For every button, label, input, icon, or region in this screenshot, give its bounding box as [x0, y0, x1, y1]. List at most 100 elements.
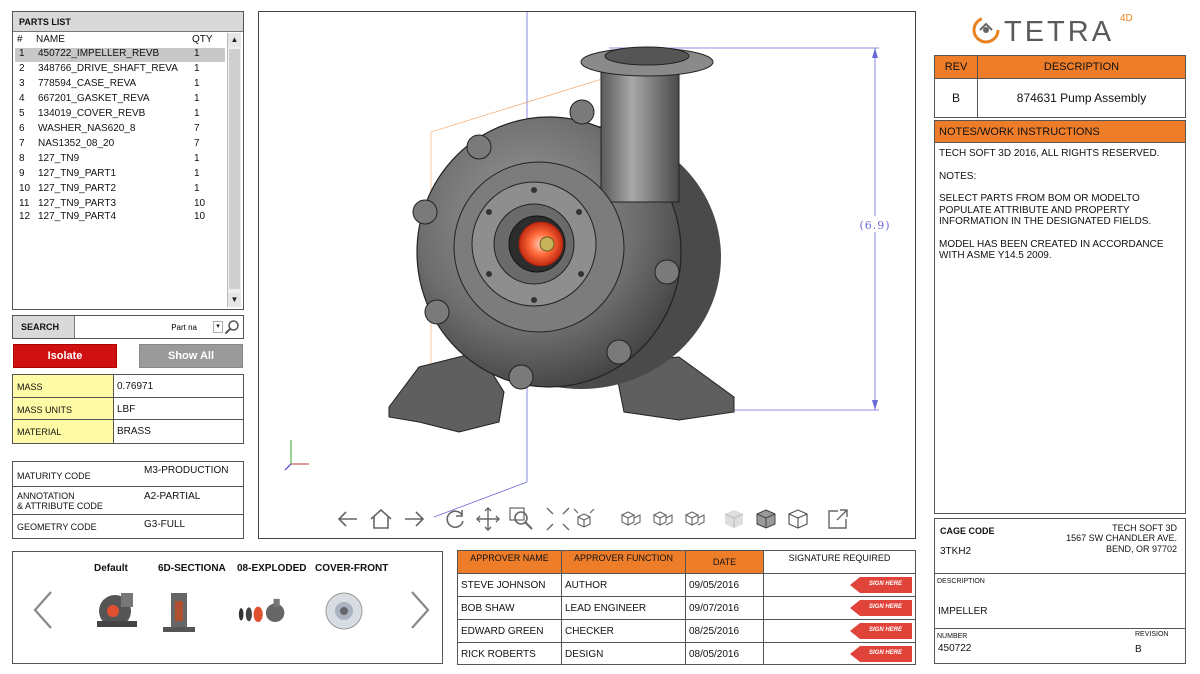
sign-here-button[interactable]: SIGN HERE: [850, 623, 912, 639]
view-label-exploded[interactable]: 08-EXPLODED: [237, 563, 306, 574]
parts-list-row[interactable]: 11 127_TN9_PART3 10: [15, 198, 225, 212]
search-icon[interactable]: [224, 319, 240, 335]
view-side-icon[interactable]: [681, 506, 707, 532]
row-qty: 10: [194, 211, 206, 222]
parts-list-row[interactable]: 6 WASHER_NAS620_8 7: [15, 123, 225, 137]
home-icon[interactable]: [368, 506, 394, 532]
view-label-cover-front[interactable]: COVER-FRONT: [315, 563, 388, 574]
rev-value: B: [935, 79, 978, 117]
view-thumbnail-exploded[interactable]: [235, 587, 289, 637]
number-value: 450722: [938, 643, 972, 654]
row-qty: 1: [194, 168, 200, 179]
rotate-icon[interactable]: [442, 506, 468, 532]
view-thumbnail-section[interactable]: [153, 587, 207, 637]
explode-icon[interactable]: [571, 506, 597, 532]
scroll-up-icon[interactable]: ▲: [228, 33, 241, 47]
parts-list-panel: PARTS LIST # NAME QTY 1 450722_IMPELLER_R…: [12, 11, 244, 310]
view-label-default[interactable]: Default: [94, 563, 128, 574]
parts-list-row[interactable]: 10 127_TN9_PART2 1: [15, 183, 225, 197]
notes-header: NOTES/WORK INSTRUCTIONS: [935, 121, 1185, 143]
parts-list-row[interactable]: 4 667201_GASKET_REVA 1: [15, 93, 225, 107]
3d-viewport[interactable]: (6.9): [258, 11, 916, 539]
parts-list-row[interactable]: 1 450722_IMPELLER_REVB 1: [15, 48, 225, 62]
view-top-icon[interactable]: [649, 506, 675, 532]
isolate-button[interactable]: Isolate: [13, 344, 117, 368]
carousel-next-icon[interactable]: [408, 590, 432, 630]
row-number: 5: [19, 108, 25, 119]
company-city: BEND, OR 97702: [1105, 544, 1177, 554]
row-qty: 1: [194, 108, 200, 119]
approver-row: BOB SHAW LEAD ENGINEER 09/07/2016 SIGN H…: [458, 597, 915, 620]
sign-here-button[interactable]: SIGN HERE: [850, 577, 912, 593]
parts-list-row[interactable]: 7 NAS1352_08_20 7: [15, 138, 225, 152]
property-row-material: MATERIAL BRASS: [13, 420, 243, 443]
scroll-down-icon[interactable]: ▼: [228, 293, 241, 307]
zoom-window-icon[interactable]: [508, 506, 534, 532]
row-name: 778594_CASE_REVA: [38, 78, 137, 89]
geometry-code-value: G3-FULL: [144, 519, 186, 530]
approver-date: 09/05/2016: [686, 574, 764, 596]
property-value: LBF: [117, 403, 136, 415]
company-address: 1567 SW CHANDLER AVE.: [1066, 533, 1177, 543]
search-label: SEARCH: [13, 316, 75, 338]
fit-icon[interactable]: [545, 506, 571, 532]
search-input[interactable]: [79, 318, 215, 336]
notes-panel: NOTES/WORK INSTRUCTIONS TECH SOFT 3D 201…: [934, 120, 1186, 514]
row-name: 127_TN9_PART3: [38, 198, 117, 209]
views-carousel: Default 6D-SECTIONA 08-EXPLODED COVER-FR…: [12, 551, 443, 664]
sign-here-button[interactable]: SIGN HERE: [850, 600, 912, 616]
wireframe-icon[interactable]: [785, 506, 811, 532]
annotation-code-label-line1: ANNOTATION: [17, 491, 75, 501]
approver-date: 09/07/2016: [686, 597, 764, 619]
number-section: NUMBER 450722 REVISION B: [935, 629, 1185, 663]
parts-list-row[interactable]: 8 127_TN9 1: [15, 153, 225, 167]
fullscreen-icon[interactable]: [825, 506, 851, 532]
search-field-dropdown-icon[interactable]: ▾: [213, 321, 223, 333]
view-thumbnail-cover-front[interactable]: [317, 587, 371, 637]
parts-list-row[interactable]: 9 127_TN9_PART1 1: [15, 168, 225, 182]
logo-superscript: 4D: [1120, 13, 1133, 24]
geometry-code-label: GEOMETRY CODE: [17, 522, 97, 532]
annotation-code-row: ANNOTATION & ATTRIBUTE CODE A2-PARTIAL: [13, 487, 243, 515]
sign-here-button[interactable]: SIGN HERE: [850, 646, 912, 662]
view-thumbnail-default[interactable]: [91, 587, 145, 637]
approver-function: LEAD ENGINEER: [562, 597, 686, 619]
parts-list-row[interactable]: 2 348766_DRIVE_SHAFT_REVA 1: [15, 63, 225, 77]
approver-name-header: APPROVER NAME: [458, 551, 562, 574]
approver-name: EDWARD GREEN: [458, 620, 562, 642]
shaded-edges-icon[interactable]: [753, 506, 779, 532]
copyright-text: TECH SOFT 3D 2016, ALL RIGHTS RESERVED.: [939, 148, 1160, 159]
property-key: MASS UNITS: [13, 397, 114, 420]
description-label: DESCRIPTION: [937, 578, 985, 585]
notes-label: NOTES:: [939, 170, 977, 182]
property-value: 0.76971: [117, 381, 154, 392]
view-iso-icon[interactable]: [617, 506, 643, 532]
row-number: 8: [19, 153, 25, 164]
parts-list-row[interactable]: 3 778594_CASE_REVA 1: [15, 78, 225, 92]
scrollbar-thumb[interactable]: [229, 49, 240, 289]
instructions-text: SELECT PARTS FROM BOM OR MODELTO POPULAT…: [939, 193, 1152, 227]
row-qty: 7: [194, 138, 200, 149]
carousel-prev-icon[interactable]: [31, 590, 55, 630]
sign-here-label: SIGN HERE: [869, 650, 903, 656]
parts-list-scrollbar[interactable]: ▲ ▼: [227, 33, 241, 307]
arrow-right-icon[interactable]: [401, 506, 427, 532]
row-number: 6: [19, 123, 25, 134]
parts-list-row[interactable]: 5 134019_COVER_REVB 1: [15, 108, 225, 122]
pump-assembly-model[interactable]: (6.9): [259, 12, 916, 539]
date-header: DATE: [686, 551, 764, 574]
codes-table: MATURITY CODE M3-PRODUCTION ANNOTATION &…: [12, 461, 244, 539]
property-value: BRASS: [117, 426, 151, 438]
geometry-code-row: GEOMETRY CODE G3-FULL: [13, 515, 243, 538]
compliance-text: MODEL HAS BEEN CREATED IN ACCORDANCE WIT…: [939, 238, 1164, 262]
parts-list-row[interactable]: 12 127_TN9_PART4 10: [15, 211, 225, 225]
shaded-icon[interactable]: [721, 506, 747, 532]
description-value: 874631 Pump Assembly: [1016, 91, 1147, 105]
arrow-left-icon[interactable]: [335, 506, 361, 532]
show-all-button[interactable]: Show All: [139, 344, 243, 368]
row-qty: 1: [194, 63, 200, 74]
signature-header: SIGNATURE REQUIRED: [764, 551, 915, 574]
view-label-section[interactable]: 6D-SECTIONA: [158, 563, 226, 574]
pan-icon[interactable]: [475, 506, 501, 532]
property-row-mass-units: MASS UNITS LBF: [13, 397, 243, 421]
